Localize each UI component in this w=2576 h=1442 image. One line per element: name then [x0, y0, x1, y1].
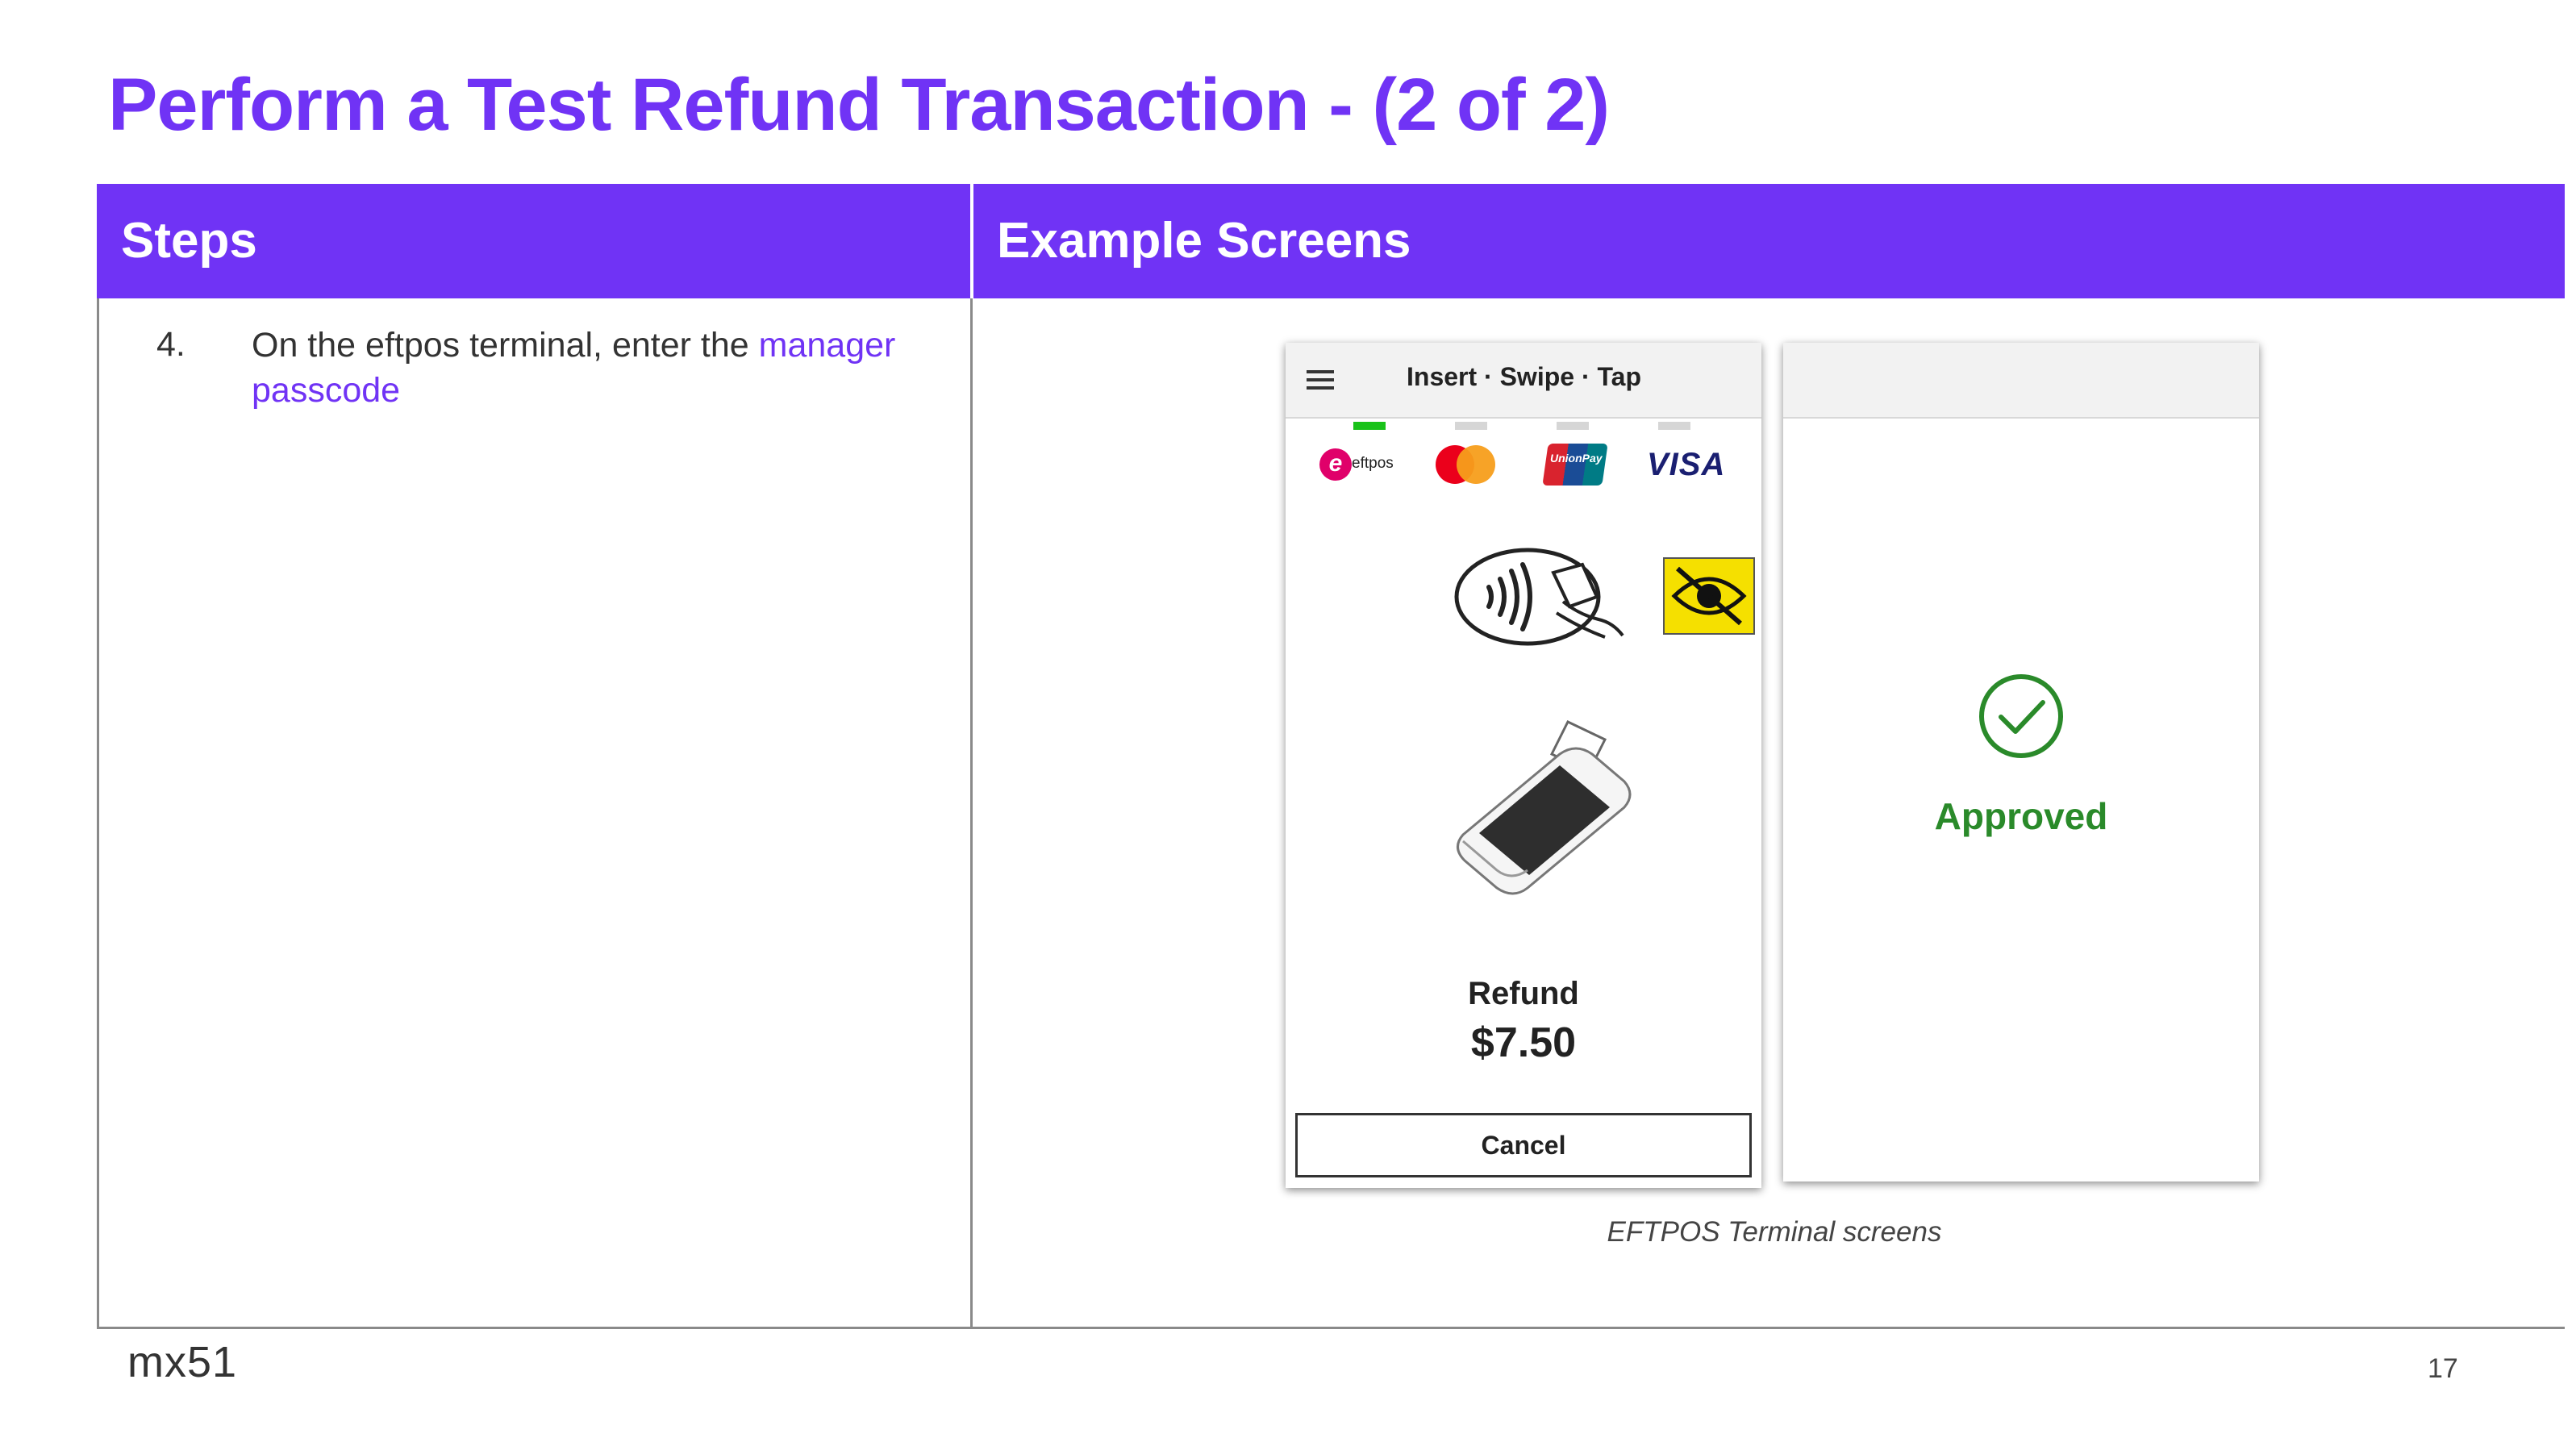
- brand-indicator: [1455, 422, 1487, 430]
- brand-indicator: [1557, 422, 1589, 430]
- column-divider: [970, 298, 973, 1329]
- unionpay-logo-icon: UnionPay: [1542, 444, 1608, 492]
- visa-logo-icon: VISA: [1647, 447, 1726, 482]
- terminal-approved-screen: Approved: [1783, 343, 2259, 1182]
- step-number: 4.: [156, 325, 185, 364]
- terminal-title: Insert · Swipe · Tap: [1407, 362, 1641, 391]
- eftpos-logo-icon: e eftpos: [1319, 444, 1400, 492]
- transaction-type-label: Refund: [1468, 976, 1579, 1011]
- contactless-tap-icon: [1454, 548, 1624, 646]
- page-number: 17: [2428, 1353, 2458, 1384]
- cancel-button[interactable]: Cancel: [1295, 1113, 1752, 1177]
- refund-amount: $7.50: [1470, 1019, 1577, 1066]
- terminal-topbar: Insert · Swipe · Tap: [1286, 343, 1761, 419]
- brand-indicator-active: [1353, 422, 1386, 430]
- mx51-logo: mx51: [127, 1338, 238, 1386]
- step-text: On the eftpos terminal, enter the manage…: [252, 323, 945, 413]
- no-eye-icon: [1663, 557, 1755, 635]
- hamburger-menu-icon[interactable]: [1307, 370, 1336, 390]
- mastercard-logo-icon: [1436, 444, 1505, 492]
- header-divider: [970, 184, 973, 298]
- step-text-plain: On the eftpos terminal, enter the: [252, 326, 759, 365]
- check-circle-icon: [1979, 674, 2063, 758]
- payment-terminal-icon: [1457, 720, 1632, 895]
- column-header-steps: Steps: [121, 213, 257, 269]
- terminal-topbar: [1783, 343, 2259, 419]
- column-header-example-screens: Example Screens: [997, 213, 1411, 269]
- terminal-payment-screen: Insert · Swipe · Tap e eftpos UnionPay VI…: [1286, 343, 1761, 1188]
- table-header: Steps Example Screens: [97, 184, 2565, 298]
- approved-status: Approved: [1934, 795, 2108, 837]
- page-title: Perform a Test Refund Transaction - (2 o…: [108, 64, 1610, 146]
- screens-caption: EFTPOS Terminal screens: [1607, 1216, 1942, 1248]
- brand-indicator: [1658, 422, 1690, 430]
